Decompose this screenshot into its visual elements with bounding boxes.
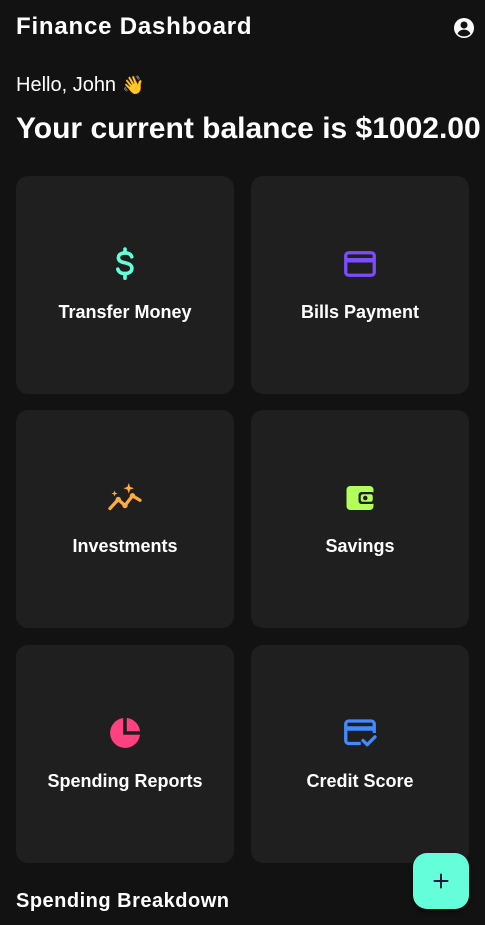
pie-chart-icon bbox=[110, 718, 140, 748]
account-button[interactable] bbox=[452, 16, 476, 40]
credit-card-icon bbox=[344, 251, 376, 277]
investments-card[interactable]: Investments bbox=[16, 410, 234, 628]
add-fab-button[interactable] bbox=[413, 853, 469, 909]
savings-card[interactable]: Savings bbox=[251, 410, 469, 628]
spending-breakdown-heading: Spending Breakdown bbox=[16, 890, 230, 912]
app-bar: Finance Dashboard bbox=[0, 0, 485, 56]
card-label: Transfer Money bbox=[58, 302, 192, 322]
card-check-icon bbox=[344, 719, 377, 747]
plus-icon bbox=[433, 873, 449, 889]
wallet-icon bbox=[346, 486, 375, 510]
bills-payment-card[interactable]: Bills Payment bbox=[251, 176, 469, 394]
balance-heading: Your current balance is $1002.00 bbox=[16, 112, 481, 145]
spending-reports-card[interactable]: Spending Reports bbox=[16, 645, 234, 863]
trending-up-sparkle-icon bbox=[108, 483, 142, 511]
transfer-money-card[interactable]: Transfer Money bbox=[16, 176, 234, 394]
waving-hand-icon: 👋 bbox=[122, 75, 145, 96]
credit-score-card[interactable]: Credit Score bbox=[251, 645, 469, 863]
app-title: Finance Dashboard bbox=[16, 13, 253, 40]
card-label: Credit Score bbox=[306, 771, 414, 791]
card-label: Investments bbox=[72, 536, 178, 556]
greeting-text: Hello, John bbox=[16, 74, 117, 96]
card-label: Spending Reports bbox=[47, 771, 203, 791]
card-label: Bills Payment bbox=[300, 302, 420, 322]
card-label: Savings bbox=[325, 536, 395, 556]
dollar-icon bbox=[116, 247, 134, 281]
account-circle-icon bbox=[454, 18, 474, 38]
greeting: Hello, John 👋 bbox=[16, 74, 144, 97]
